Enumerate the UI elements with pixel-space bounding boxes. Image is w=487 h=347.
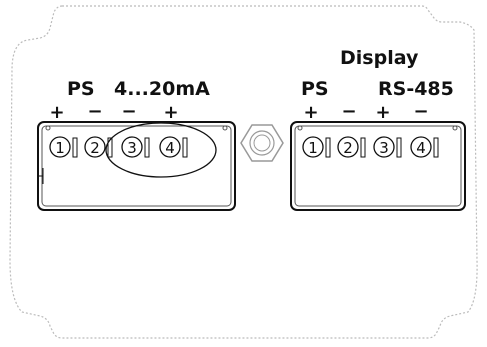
right-group-label-rs485: RS-485 bbox=[378, 78, 454, 100]
left-terminal-2-number: 2 bbox=[90, 139, 100, 157]
left-terminal-2: 2 bbox=[84, 136, 113, 158]
right-polarity-3: + bbox=[375, 102, 390, 123]
left-terminal-4-number: 4 bbox=[165, 139, 175, 157]
left-terminal-3: 3 bbox=[121, 136, 150, 158]
right-terminal-2: 2 bbox=[337, 136, 366, 158]
right-terminal-block bbox=[290, 121, 466, 211]
left-group-label-ps: PS bbox=[67, 78, 95, 100]
right-terminal-4: 4 bbox=[410, 136, 439, 158]
left-polarity-1: + bbox=[49, 102, 64, 123]
right-polarity-1: + bbox=[303, 102, 318, 123]
display-title: Display bbox=[340, 47, 419, 69]
right-polarity-2: − bbox=[341, 101, 356, 122]
right-terminal-3: 3 bbox=[373, 136, 402, 158]
right-terminal-1-number: 1 bbox=[308, 139, 318, 157]
left-polarity-4: + bbox=[163, 102, 178, 123]
right-terminal-3-number: 3 bbox=[379, 139, 389, 157]
right-group-label-ps: PS bbox=[301, 78, 329, 100]
left-terminal-3-number: 3 bbox=[127, 139, 137, 157]
right-terminal-2-number: 2 bbox=[343, 139, 353, 157]
right-terminal-4-number: 4 bbox=[416, 139, 426, 157]
right-terminal-1: 1 bbox=[302, 136, 331, 158]
right-polarity-4: − bbox=[413, 101, 428, 122]
cable-gland-icon bbox=[240, 124, 284, 162]
left-group-label-current-loop: 4...20mA bbox=[114, 78, 210, 100]
left-terminal-1-number: 1 bbox=[55, 139, 65, 157]
left-terminal-1: 1 bbox=[49, 136, 78, 158]
left-polarity-2: − bbox=[87, 101, 102, 122]
left-polarity-3: − bbox=[121, 101, 136, 122]
left-terminal-4: 4 bbox=[159, 136, 188, 158]
